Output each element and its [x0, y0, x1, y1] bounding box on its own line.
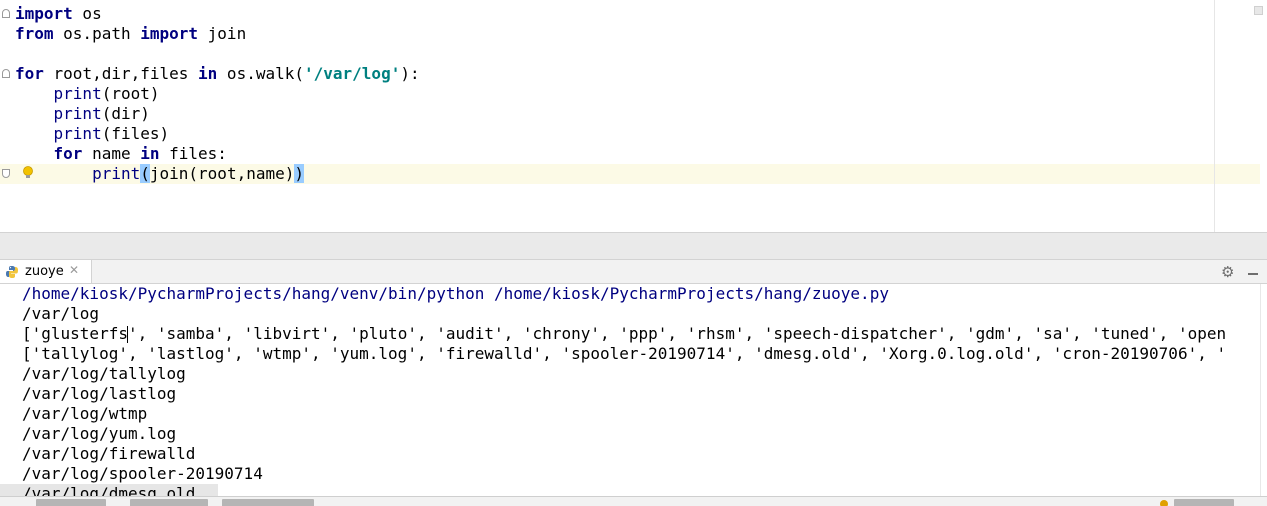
- fold-marker-icon[interactable]: [2, 9, 10, 18]
- code-token: ):: [400, 64, 420, 83]
- code-token: for: [15, 64, 44, 83]
- code-token: (files): [101, 124, 170, 143]
- status-item-terminal[interactable]: [130, 499, 208, 506]
- fold-marker-icon[interactable]: [2, 69, 10, 78]
- run-console-output[interactable]: /home/kiosk/PycharmProjects/hang/venv/bi…: [0, 284, 1260, 496]
- console-output-line: /var/log/spooler-20190714: [22, 464, 263, 483]
- code-token: os.path: [53, 24, 141, 43]
- console-output-line: /var/log/lastlog: [22, 384, 177, 403]
- code-line[interactable]: print(join(root,name)): [0, 164, 1260, 184]
- code-token: root,dir,files: [43, 64, 199, 83]
- code-token: import: [15, 4, 73, 23]
- hide-panel-icon[interactable]: [1245, 264, 1261, 280]
- code-token: '/var/log': [304, 64, 401, 83]
- code-line[interactable]: from os.path import join: [0, 24, 1260, 44]
- code-token: in: [140, 144, 160, 163]
- close-icon[interactable]: ✕: [69, 263, 79, 277]
- code-line[interactable]: print(dir): [0, 104, 1260, 124]
- code-token: from: [15, 24, 54, 43]
- run-tool-window-header: zuoye ✕ ⚙: [0, 260, 1267, 284]
- console-command-line: /home/kiosk/PycharmProjects/hang/venv/bi…: [22, 284, 889, 303]
- code-line[interactable]: for root,dir,files in os.walk('/var/log'…: [0, 64, 1260, 84]
- code-token: print: [92, 164, 141, 183]
- status-item-event-log[interactable]: [1174, 499, 1234, 506]
- console-scrollbar[interactable]: [1260, 284, 1267, 496]
- code-token: ): [294, 164, 305, 183]
- code-token: join(root,name): [149, 164, 295, 183]
- panel-splitter[interactable]: [0, 232, 1267, 260]
- code-lines[interactable]: import os from os.path import join for roo…: [0, 4, 1260, 184]
- code-token: (: [140, 164, 150, 183]
- right-margin-guide: [1214, 0, 1215, 232]
- code-token: name: [82, 144, 141, 163]
- status-bar: [0, 496, 1267, 506]
- code-line[interactable]: import os: [0, 4, 1260, 24]
- lightbulb-icon[interactable]: [22, 165, 34, 181]
- code-token: join: [198, 24, 247, 43]
- console-text: ['glusterfs: [22, 324, 128, 343]
- run-tab-label: zuoye: [25, 264, 64, 279]
- code-token: import: [140, 24, 199, 43]
- console-output-line: /var/log/tallylog: [22, 364, 186, 383]
- console-text: ', 'samba', 'libvirt', 'pluto', 'audit',…: [127, 324, 1227, 343]
- status-item-position[interactable]: [36, 499, 106, 506]
- console-output-line: /var/log/dmesg.old: [0, 484, 218, 496]
- event-log-icon[interactable]: [1160, 500, 1168, 506]
- code-line[interactable]: print(root): [0, 84, 1260, 104]
- python-icon: [6, 266, 18, 278]
- console-output-line: /var/log/yum.log: [22, 424, 177, 443]
- fold-marker-icon[interactable]: [2, 169, 10, 178]
- code-token: (dir): [101, 104, 150, 123]
- code-line[interactable]: [0, 44, 1260, 64]
- run-tab-zuoye[interactable]: zuoye ✕: [0, 260, 92, 283]
- console-output-line: /var/log: [22, 304, 100, 323]
- code-token: print: [53, 124, 102, 143]
- code-token: os: [72, 4, 102, 23]
- code-token: print: [53, 84, 102, 103]
- code-token: (root): [101, 84, 160, 103]
- code-token: in: [198, 64, 218, 83]
- gear-icon[interactable]: ⚙: [1221, 264, 1237, 280]
- inspection-status-icon[interactable]: [1254, 6, 1263, 15]
- status-item-python-console[interactable]: [222, 499, 314, 506]
- console-output-line: ['tallylog', 'lastlog', 'wtmp', 'yum.log…: [22, 344, 1227, 363]
- code-token: print: [53, 104, 102, 123]
- code-token: for: [53, 144, 83, 163]
- code-editor[interactable]: import os from os.path import join for roo…: [0, 0, 1267, 232]
- code-token: os.walk(: [217, 64, 304, 83]
- console-output-line: ['glusterfs', 'samba', 'libvirt', 'pluto…: [0, 324, 1260, 344]
- code-line[interactable]: for name in files:: [0, 144, 1260, 164]
- console-output-line: /var/log/firewalld: [22, 444, 196, 463]
- console-output-line: /var/log/wtmp: [22, 404, 148, 423]
- code-token: files:: [159, 144, 227, 163]
- code-line[interactable]: print(files): [0, 124, 1260, 144]
